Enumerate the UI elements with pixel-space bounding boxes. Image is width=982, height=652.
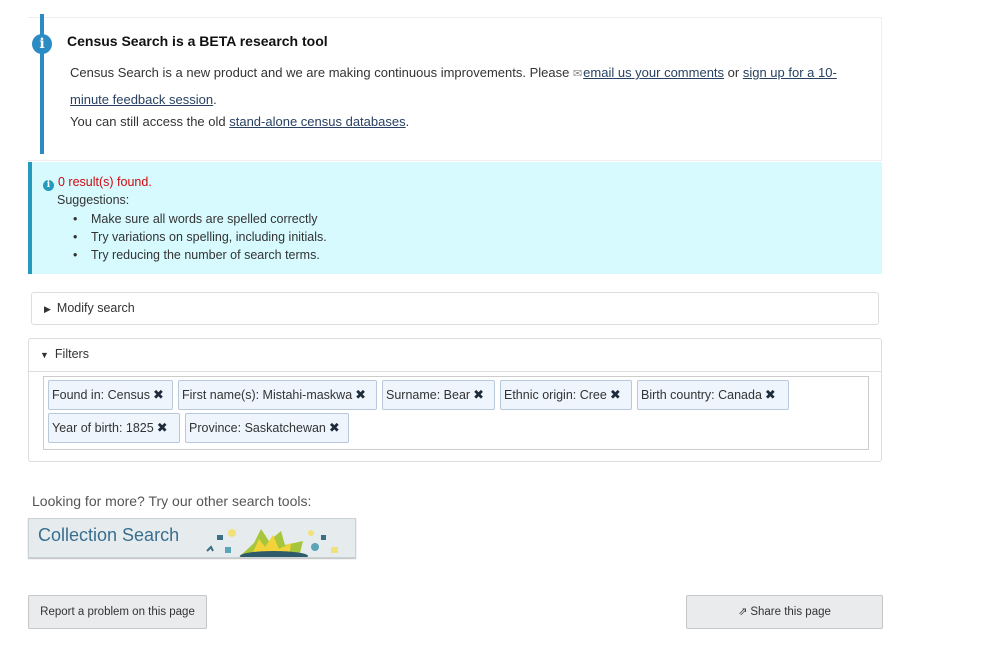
filter-chip-label: Surname: Bear: [386, 388, 471, 402]
info-icon: i: [43, 180, 54, 191]
old-databases-text: You can still access the old stand-alone…: [70, 114, 409, 129]
suggestion-item: Make sure all words are spelled correctl…: [73, 210, 327, 228]
modify-search-panel[interactable]: ▶ Modify search: [31, 292, 879, 325]
suggestions-label: Suggestions:: [57, 193, 130, 207]
share-icon: ⇗: [738, 606, 748, 618]
filter-chip-province[interactable]: Province: Saskatchewan ✖: [185, 413, 349, 443]
beta-notice-text-part: .: [213, 92, 217, 107]
envelope-icon: ✉: [572, 68, 583, 80]
filters-toggle[interactable]: ▼ Filters: [40, 347, 89, 361]
results-count: i 0 result(s) found.: [43, 175, 152, 191]
info-icon: i: [32, 34, 52, 54]
beta-notice-text: Census Search is a new product and we ar…: [70, 60, 870, 112]
suggestion-item: Try variations on spelling, including in…: [73, 228, 327, 246]
results-alert: i 0 result(s) found. Suggestions: Make su…: [28, 162, 882, 274]
old-databases-text-part: .: [405, 114, 410, 129]
beta-notice-title: Census Search is a BETA research tool: [67, 33, 328, 49]
filter-chip-found-in[interactable]: Found in: Census ✖: [48, 380, 173, 410]
filter-chip-year-of-birth[interactable]: Year of birth: 1825 ✖: [48, 413, 180, 443]
filter-chips-container: Found in: Census ✖ First name(s): Mistahi…: [43, 376, 869, 450]
remove-icon[interactable]: ✖: [153, 387, 164, 402]
filters-panel: ▼ Filters Found in: Census ✖ First name(s)…: [28, 338, 882, 462]
filter-chip-label: First name(s): Mistahi-maskwa: [182, 388, 353, 402]
remove-icon[interactable]: ✖: [610, 387, 621, 402]
share-page-label: Share this page: [750, 606, 831, 618]
filter-chip-ethnic-origin[interactable]: Ethnic origin: Cree ✖: [500, 380, 632, 410]
stand-alone-databases-link[interactable]: stand-alone census databases: [229, 114, 405, 129]
report-problem-button[interactable]: Report a problem on this page: [28, 595, 207, 629]
collection-search-illustration-icon: [206, 529, 338, 557]
filter-chip-surname[interactable]: Surname: Bear ✖: [382, 380, 495, 410]
filter-chip-first-name[interactable]: First name(s): Mistahi-maskwa ✖: [178, 380, 377, 410]
old-databases-text-part: You can still access the old: [70, 114, 230, 129]
filter-chip-label: Ethnic origin: Cree: [504, 388, 607, 402]
modify-search-label: Modify search: [56, 301, 135, 315]
suggestions-list: Make sure all words are spelled correctl…: [73, 210, 327, 264]
remove-icon[interactable]: ✖: [355, 387, 366, 402]
modify-search-toggle[interactable]: ▶ Modify search: [44, 301, 135, 315]
collection-search-label: Collection Search: [38, 525, 180, 545]
remove-icon[interactable]: ✖: [473, 387, 484, 402]
beta-notice-text-part: or: [724, 65, 743, 80]
filter-chip-label: Found in: Census: [52, 388, 150, 402]
remove-icon[interactable]: ✖: [329, 420, 340, 435]
caret-down-icon: ▼: [40, 350, 49, 360]
collection-search-button[interactable]: Collection Search: [28, 518, 356, 558]
filter-chip-label: Province: Saskatchewan: [189, 421, 326, 435]
more-tools-label: Looking for more? Try our other search t…: [32, 493, 312, 509]
filters-label: Filters: [54, 347, 89, 361]
results-count-text: 0 result(s) found.: [58, 175, 152, 189]
remove-icon[interactable]: ✖: [765, 387, 776, 402]
caret-right-icon: ▶: [44, 304, 51, 314]
filters-header[interactable]: ▼ Filters: [29, 339, 881, 372]
suggestion-item: Try reducing the number of search terms.: [73, 246, 327, 264]
beta-notice: i Census Search is a BETA research tool …: [28, 14, 882, 161]
share-page-button[interactable]: ⇗ Share this page: [686, 595, 883, 629]
filter-chip-label: Birth country: Canada: [641, 388, 762, 402]
filter-chip-label: Year of birth: 1825: [52, 421, 154, 435]
beta-notice-text-part: Census Search is a new product and we ar…: [70, 65, 573, 80]
email-comments-link[interactable]: email us your comments: [583, 65, 724, 80]
filter-chip-birth-country[interactable]: Birth country: Canada ✖: [637, 380, 789, 410]
remove-icon[interactable]: ✖: [157, 420, 168, 435]
